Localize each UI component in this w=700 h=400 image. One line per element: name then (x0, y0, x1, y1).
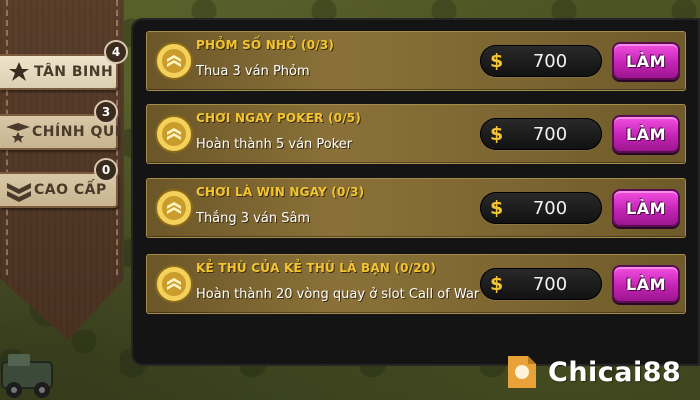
tab-tan-binh[interactable]: TÂN BINH (0, 54, 118, 90)
medal-icon (155, 115, 193, 153)
reward-amount: 700 (532, 50, 568, 72)
tab-label: CHÍNH QUI (32, 124, 121, 140)
medal-icon (155, 265, 193, 303)
logo-icon (508, 356, 536, 388)
reward-amount: 700 (532, 123, 568, 145)
quest-row: CHƠI LÀ WIN NGAY (0/3) Thắng 3 ván Sâm $… (146, 178, 686, 238)
dollar-icon: $ (490, 197, 504, 219)
reward-pill: $ 700 (480, 45, 602, 77)
watermark-text: Chicai88 (548, 356, 682, 388)
quest-description: Thắng 3 ván Sâm (196, 211, 311, 226)
do-quest-button[interactable]: LÀM (612, 265, 680, 303)
tab-label: CAO CẤP (34, 182, 107, 198)
quest-row: KẺ THÙ CỦA KẺ THÙ LÀ BẠN (0/20) Hoàn thà… (146, 254, 686, 314)
reward-pill: $ 700 (480, 192, 602, 224)
tab-badge-count: 0 (94, 158, 118, 182)
dollar-icon: $ (490, 123, 504, 145)
star-rank-icon (4, 117, 32, 147)
reward-pill: $ 700 (480, 268, 602, 300)
chevron-rank-icon (4, 175, 34, 205)
tab-badge-count: 4 (104, 40, 128, 64)
reward-amount: 700 (532, 273, 568, 295)
quest-title: CHƠI NGAY POKER (0/5) (196, 111, 362, 125)
soldier-icon (4, 57, 34, 87)
reward-amount: 700 (532, 197, 568, 219)
reward-pill: $ 700 (480, 118, 602, 150)
tab-badge-count: 3 (94, 100, 118, 124)
quest-title: CHƠI LÀ WIN NGAY (0/3) (196, 185, 365, 199)
dollar-icon: $ (490, 50, 504, 72)
jeep-icon (1, 354, 53, 398)
watermark: Chicai88 (502, 350, 692, 394)
do-quest-button[interactable]: LÀM (612, 42, 680, 80)
quest-description: Hoàn thành 5 ván Poker (196, 137, 353, 152)
do-quest-button[interactable]: LÀM (612, 189, 680, 227)
quest-description: Thua 3 ván Phỏm (196, 64, 310, 79)
quest-description: Hoàn thành 20 vòng quay ở slot Call of W… (196, 287, 480, 302)
dollar-icon: $ (490, 273, 504, 295)
quest-title: PHỎM SỐ NHỎ (0/3) (196, 38, 335, 52)
medal-icon (155, 189, 193, 227)
medal-icon (155, 42, 193, 80)
quest-row: CHƠI NGAY POKER (0/5) Hoàn thành 5 ván P… (146, 104, 686, 164)
do-quest-button[interactable]: LÀM (612, 115, 680, 153)
quest-title: KẺ THÙ CỦA KẺ THÙ LÀ BẠN (0/20) (196, 261, 437, 275)
tab-label: TÂN BINH (34, 64, 114, 80)
quest-row: PHỎM SỐ NHỎ (0/3) Thua 3 ván Phỏm $ 700 … (146, 31, 686, 91)
